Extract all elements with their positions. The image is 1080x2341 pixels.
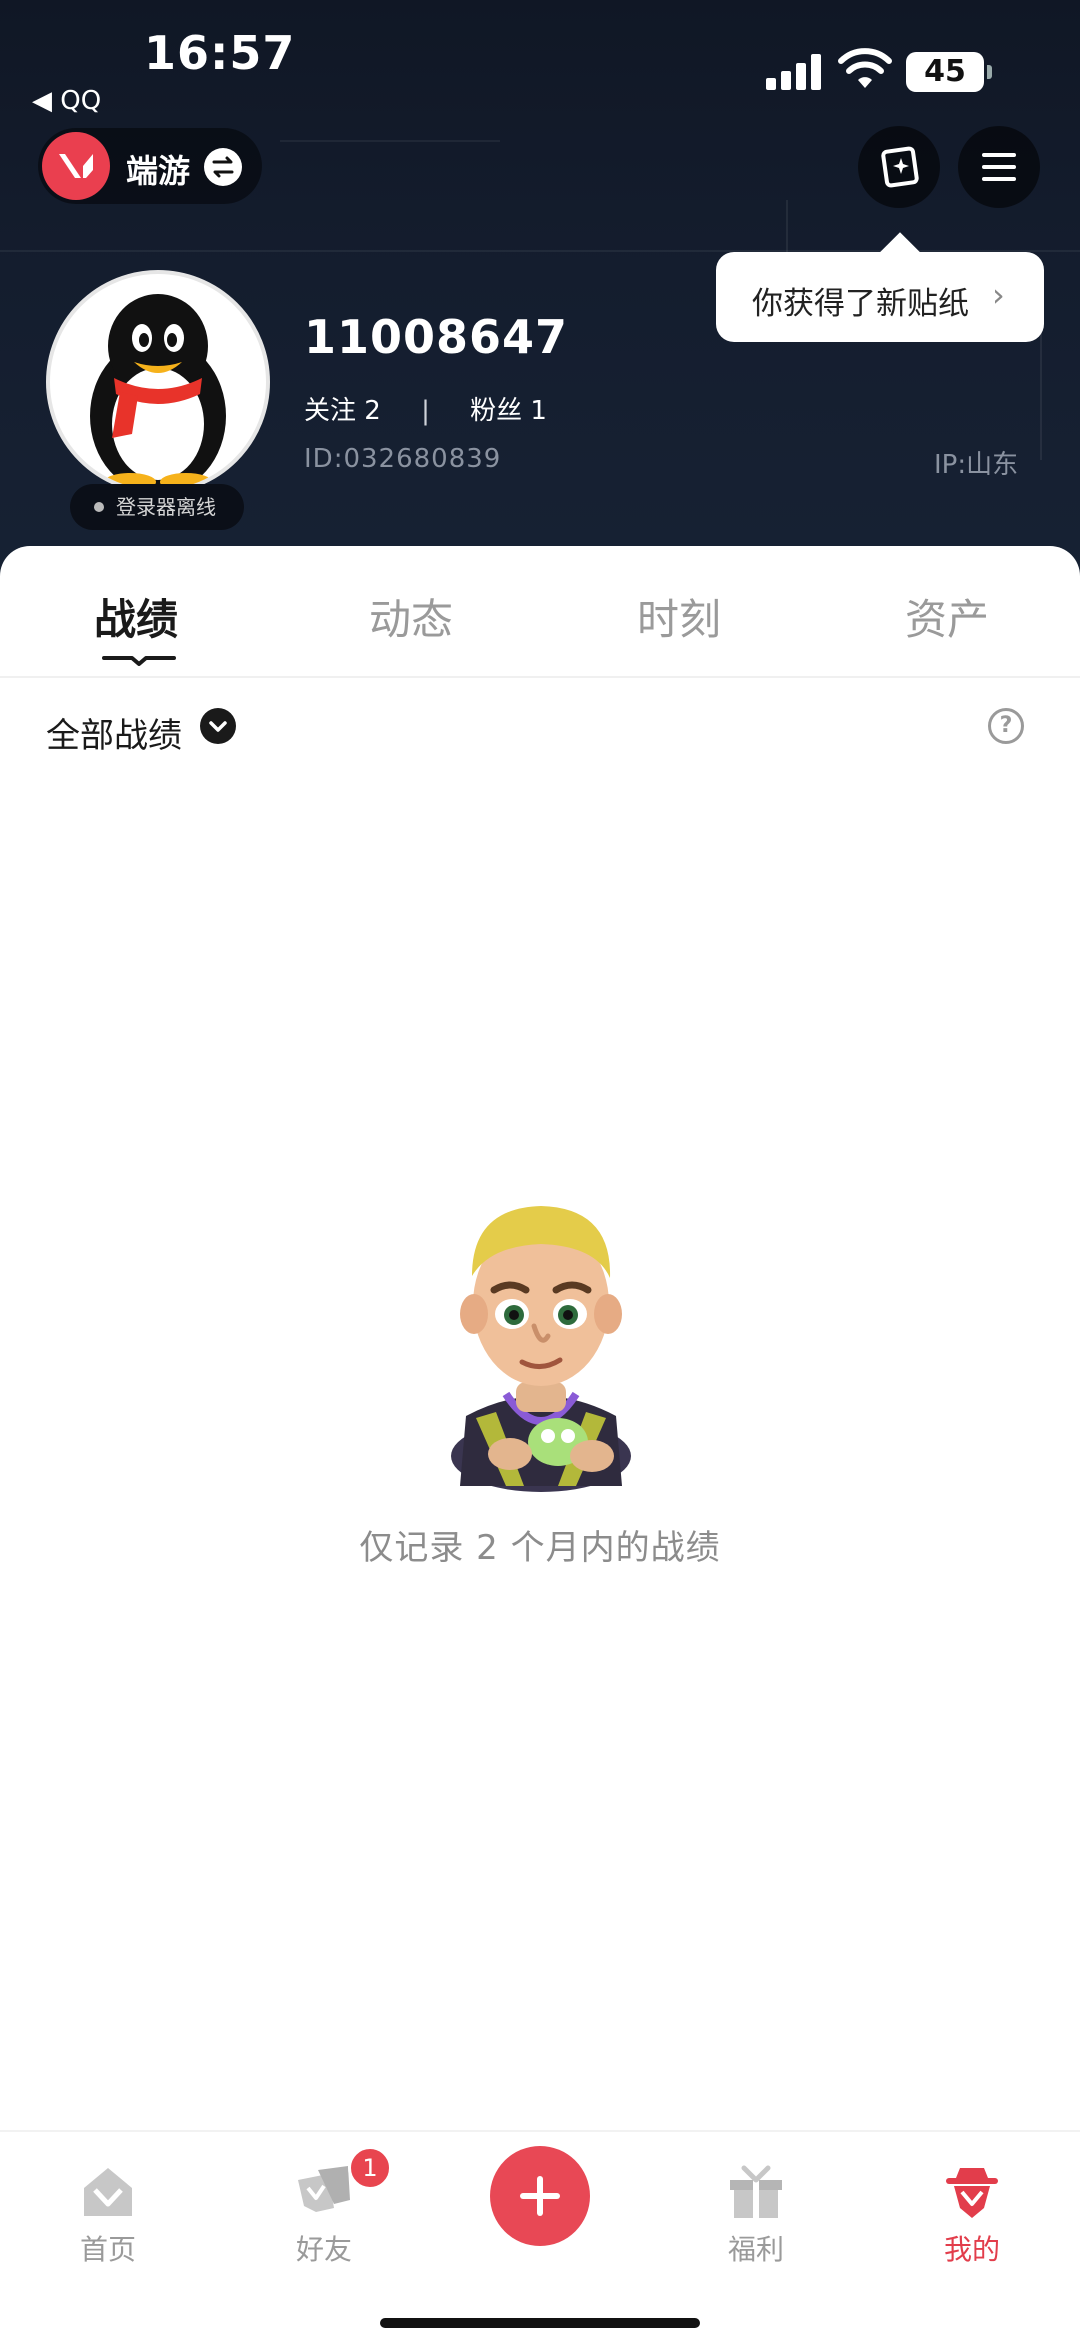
wifi-icon xyxy=(838,48,892,88)
following-count[interactable]: 关注 2 xyxy=(304,396,381,426)
friends-icon xyxy=(298,2166,350,2212)
username: 11008647 xyxy=(304,310,569,364)
home-indicator[interactable] xyxy=(380,2318,700,2328)
nav-home[interactable]: 首页 xyxy=(28,2146,188,2276)
ip-location: IP:山东 xyxy=(934,450,1019,480)
battery-indicator: 45 xyxy=(906,52,992,92)
active-tab-indicator xyxy=(102,656,176,666)
new-sticker-tooltip[interactable]: 你获得了新贴纸 › xyxy=(716,252,1044,342)
tab-moments[interactable]: 时刻 xyxy=(637,586,721,647)
nav-home-label: 首页 xyxy=(79,2233,136,2266)
menu-button[interactable] xyxy=(958,126,1040,208)
tab-assets[interactable]: 资产 xyxy=(905,586,989,647)
back-to-app-link[interactable]: ◀ QQ xyxy=(32,86,101,116)
launcher-status-text: 登录器离线 xyxy=(116,495,216,519)
nav-friends[interactable]: 1 好友 xyxy=(244,2146,404,2276)
fans-count[interactable]: 粉丝 1 xyxy=(470,396,547,426)
nav-profile-label: 我的 xyxy=(943,2233,1000,2266)
cellular-signal-icon xyxy=(766,54,824,90)
sticker-icon xyxy=(881,146,919,188)
game-switch-label: 端游 xyxy=(126,152,191,190)
stats-divider: | xyxy=(421,396,430,426)
chevron-down-icon[interactable] xyxy=(200,708,236,744)
tooltip-text: 你获得了新贴纸 xyxy=(752,286,969,322)
profile-header: 16:57 ◀ QQ 45 端游 你获得了新贴纸 › 登录器离线 1100864… xyxy=(0,0,1080,600)
bg-line xyxy=(280,140,500,142)
avatar[interactable] xyxy=(46,270,270,494)
game-logo-icon xyxy=(42,132,110,200)
user-id: ID:032680839 xyxy=(304,444,502,474)
home-icon xyxy=(84,2168,132,2216)
launcher-status-badge: 登录器离线 xyxy=(70,484,244,530)
content-sheet: 战绩 动态 时刻 资产 全部战绩 ? 仅记录 2 个月内的战绩 xyxy=(0,546,1080,2341)
status-dot-icon xyxy=(94,502,104,512)
profile-tabs: 战绩 动态 时刻 资产 xyxy=(0,546,1080,678)
tab-feed[interactable]: 动态 xyxy=(369,586,453,647)
help-icon[interactable]: ? xyxy=(988,708,1024,744)
nav-benefits-label: 福利 xyxy=(727,2233,784,2266)
menu-icon xyxy=(982,153,1016,181)
records-filter-dropdown[interactable]: 全部战绩 xyxy=(46,708,182,757)
friends-badge: 1 xyxy=(348,2146,392,2190)
nav-friends-label: 好友 xyxy=(295,2233,352,2266)
profile-icon xyxy=(946,2168,998,2218)
game-switch-button[interactable]: 端游 xyxy=(38,128,262,204)
chevron-right-icon: › xyxy=(992,276,1005,314)
empty-state-character-icon xyxy=(451,1206,631,1492)
follow-stats: 关注 2 | 粉丝 1 xyxy=(304,390,547,427)
create-post-button[interactable] xyxy=(490,2146,590,2246)
status-time: 16:57 xyxy=(144,26,296,80)
sticker-button[interactable] xyxy=(858,126,940,208)
tab-records[interactable]: 战绩 xyxy=(94,586,178,647)
swap-icon xyxy=(204,148,242,186)
bg-line xyxy=(1040,320,1042,460)
plus-icon xyxy=(520,2176,560,2216)
penguin-avatar-icon xyxy=(90,294,226,490)
gift-icon xyxy=(730,2165,782,2218)
empty-state-text: 仅记录 2 个月内的战绩 xyxy=(359,1528,721,1568)
nav-benefits[interactable]: 福利 xyxy=(676,2146,836,2276)
nav-profile[interactable]: 我的 xyxy=(892,2146,1052,2276)
